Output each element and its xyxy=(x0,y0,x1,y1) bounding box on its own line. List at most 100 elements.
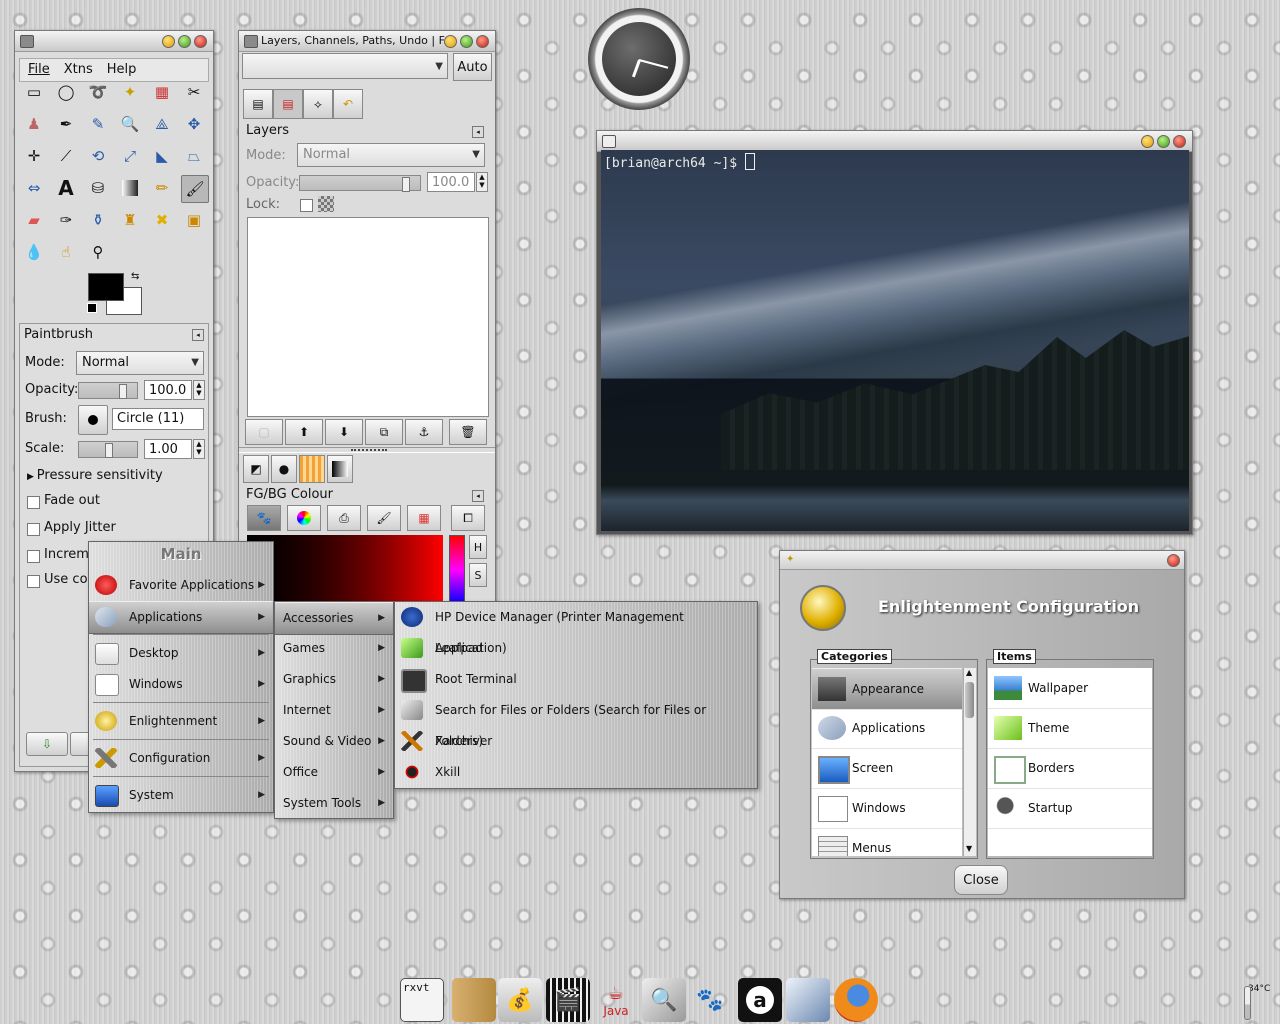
ink-icon[interactable]: ⚱ xyxy=(87,209,109,231)
item-wallpaper[interactable]: Wallpaper xyxy=(988,668,1152,709)
slider-knob[interactable] xyxy=(402,177,410,192)
submenu-item-office[interactable]: Office ▶ xyxy=(275,757,393,788)
lasso-icon[interactable]: ➰ xyxy=(87,81,109,103)
submenu-item-system-tools[interactable]: System Tools ▶ xyxy=(275,788,393,819)
close-button[interactable] xyxy=(1167,554,1180,567)
tab-paths[interactable]: ⟡ xyxy=(303,89,333,119)
palette-button[interactable]: ▦ xyxy=(407,505,441,531)
panel-menu-icon[interactable]: ◂ xyxy=(192,329,204,341)
submenu-item-graphics[interactable]: Graphics ▶ xyxy=(275,664,393,695)
dock-grip[interactable] xyxy=(351,449,387,454)
close-button[interactable] xyxy=(1173,135,1186,148)
blur-icon[interactable]: 💧 xyxy=(23,241,45,263)
anchor-layer-button[interactable]: ⚓ xyxy=(405,419,443,445)
rotate-icon[interactable]: ⟲ xyxy=(87,145,109,167)
dock-image-viewer-icon[interactable]: 🔍 xyxy=(642,978,686,1022)
save-options-button[interactable]: ⇩ xyxy=(26,732,68,756)
close-button[interactable] xyxy=(476,35,489,48)
smudge-icon[interactable]: ☝ xyxy=(55,241,77,263)
raise-layer-button[interactable]: ⬆ xyxy=(285,419,323,445)
perspective-clone-icon[interactable]: ▣ xyxy=(183,209,205,231)
menu-item-desktop[interactable]: Desktop ▶ xyxy=(89,638,273,669)
category-windows[interactable]: Windows xyxy=(812,788,962,829)
slider-knob[interactable] xyxy=(119,384,127,399)
zoom-icon[interactable]: 🔍 xyxy=(119,113,141,135)
menu-item-system[interactable]: System ▶ xyxy=(89,780,273,811)
color-wheel-button[interactable] xyxy=(287,505,321,531)
dock-java-icon[interactable]: ☕ Java xyxy=(594,978,638,1022)
scale-slider[interactable] xyxy=(78,441,138,458)
dock-rxvt-icon[interactable]: rxvt xyxy=(400,978,444,1022)
layers-titlebar[interactable]: Layers, Channels, Paths, Undo | F... xyxy=(239,31,495,52)
item-startup[interactable]: Startup xyxy=(988,788,1152,829)
blend-icon[interactable] xyxy=(119,177,141,199)
minimize-button[interactable] xyxy=(1141,135,1154,148)
submenu-item-internet[interactable]: Internet ▶ xyxy=(275,695,393,726)
scissors-icon[interactable]: ✂ xyxy=(183,81,205,103)
hue-strip[interactable] xyxy=(449,535,465,605)
tab-undo[interactable]: ↶ xyxy=(333,89,363,119)
opacity-input[interactable]: 100.0 xyxy=(144,380,192,400)
app-xarchiver[interactable]: Xarchiver xyxy=(395,726,757,757)
layers-list[interactable] xyxy=(247,217,489,417)
swap-colors-icon[interactable]: ⇆ xyxy=(131,271,139,282)
layer-mode-select[interactable]: Normal ▼ xyxy=(297,143,485,167)
align-icon[interactable]: ✛ xyxy=(23,145,45,167)
app-hp-device-manager[interactable]: HP Device Manager (Printer Management Ap… xyxy=(395,602,757,655)
gimp-selector-button[interactable]: 🐾 xyxy=(247,505,281,531)
bucket-fill-icon[interactable]: ⛁ xyxy=(87,177,109,199)
measure-icon[interactable]: ⟁ xyxy=(151,113,173,135)
airbrush-icon[interactable]: ✑ xyxy=(55,209,77,231)
submenu-item-sound-video[interactable]: Sound & Video ▶ xyxy=(275,726,393,757)
layer-opacity-spinner[interactable]: ▲ ▼ xyxy=(476,172,488,192)
scroll-thumb[interactable] xyxy=(965,682,974,718)
minimize-button[interactable] xyxy=(444,35,457,48)
scales-button[interactable]: ⧠ xyxy=(451,505,485,531)
flip-icon[interactable]: ⇔ xyxy=(23,177,45,199)
dock-file-manager-icon[interactable] xyxy=(452,978,496,1022)
heal-icon[interactable]: ✖ xyxy=(151,209,173,231)
perspective-icon[interactable]: ⏢ xyxy=(183,145,205,167)
tab-fg-bg[interactable]: ◩ xyxy=(243,455,269,483)
delete-layer-button[interactable]: 🗑 xyxy=(449,419,487,445)
menu-item-applications[interactable]: Applications ▶ xyxy=(89,601,273,634)
duplicate-layer-button[interactable]: ⧉ xyxy=(365,419,403,445)
category-appearance[interactable]: Appearance xyxy=(812,668,962,710)
new-layer-button[interactable]: ▢ xyxy=(245,419,283,445)
layer-opacity-input[interactable]: 100.0 xyxy=(427,172,475,192)
rect-select-icon[interactable]: ▭ xyxy=(23,81,45,103)
panel-menu-icon[interactable]: ◂ xyxy=(472,126,484,138)
foreground-select-icon[interactable]: ♟ xyxy=(23,113,45,135)
scale-icon[interactable]: ⤢ xyxy=(119,145,141,167)
menu-xtns[interactable]: Xtns xyxy=(64,59,93,81)
terminal-titlebar[interactable] xyxy=(597,131,1192,152)
submenu-item-accessories[interactable]: Accessories ▶ xyxy=(275,602,393,635)
scale-spinner[interactable]: ▲ ▼ xyxy=(193,439,205,459)
tab-patterns[interactable] xyxy=(299,455,325,483)
minimize-button[interactable] xyxy=(162,35,175,48)
submenu-item-games[interactable]: Games ▶ xyxy=(275,633,393,664)
category-applications[interactable]: Applications xyxy=(812,708,962,749)
mode-select[interactable]: Normal ▼ xyxy=(76,351,204,375)
text-icon[interactable]: A xyxy=(55,176,77,200)
paintbrush-icon[interactable]: 🖌 xyxy=(181,175,209,203)
saturation-value-area[interactable] xyxy=(247,535,443,603)
apply-jitter-checkbox[interactable] xyxy=(27,523,40,536)
default-colors-icon[interactable] xyxy=(87,303,97,313)
dock-video-editor-icon[interactable]: 🎬 xyxy=(546,978,590,1022)
crop-icon[interactable]: ⟋ xyxy=(55,145,77,167)
pressure-expander[interactable]: ▶ Pressure sensitivity xyxy=(27,468,163,483)
image-select[interactable]: ▼ xyxy=(242,53,448,79)
category-screen[interactable]: Screen xyxy=(812,748,962,789)
hue-toggle[interactable]: H xyxy=(469,535,487,559)
maximize-button[interactable] xyxy=(178,35,191,48)
menu-item-favorites[interactable]: Favorite Applications ▶ xyxy=(89,570,273,601)
brush-preview-button[interactable] xyxy=(78,405,108,435)
eraser-icon[interactable]: ▰ xyxy=(23,209,45,231)
dock-amarok-icon[interactable]: a xyxy=(738,978,782,1022)
dodge-burn-icon[interactable]: ⚲ xyxy=(87,241,109,263)
dock-firefox-icon[interactable] xyxy=(834,978,878,1022)
use-color-checkbox[interactable] xyxy=(27,575,40,588)
menu-help[interactable]: Help xyxy=(107,59,137,81)
move-icon[interactable]: ✥ xyxy=(183,113,205,135)
